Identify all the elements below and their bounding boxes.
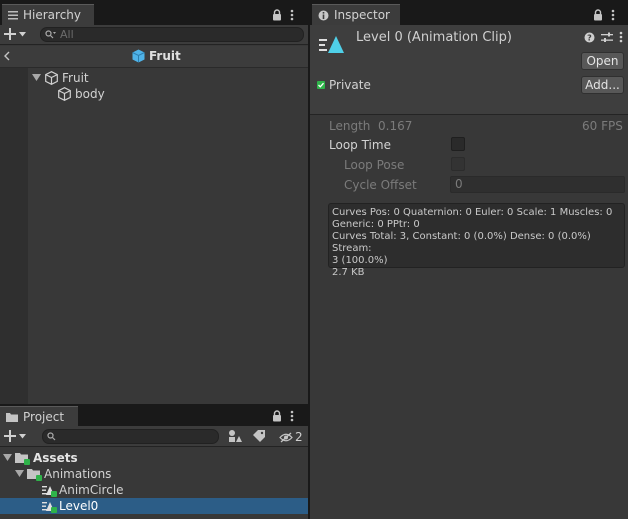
tree-row-label: Fruit bbox=[62, 71, 89, 85]
inspector-header: Level 0 (Animation Clip) ? Open Private … bbox=[310, 25, 628, 115]
tree-row-label: Level0 bbox=[59, 499, 99, 513]
hierarchy-tab-icons bbox=[272, 8, 294, 22]
gameobject-cube-icon bbox=[58, 87, 71, 101]
private-label: Private bbox=[329, 78, 371, 92]
loop-pose-checkbox[interactable] bbox=[451, 157, 465, 171]
list-icon bbox=[8, 10, 18, 20]
label-tag-icon[interactable] bbox=[253, 430, 266, 442]
tree-row[interactable]: Animations bbox=[0, 466, 308, 482]
info-line: 2.7 KB bbox=[332, 267, 365, 278]
gameobject-cube-icon bbox=[45, 71, 58, 85]
animation-clip-icon bbox=[42, 500, 58, 513]
tab-hierarchy[interactable]: Hierarchy bbox=[2, 4, 94, 25]
preset-sliders-icon[interactable] bbox=[601, 32, 613, 43]
kebab-menu-icon[interactable] bbox=[611, 9, 615, 21]
tree-row[interactable]: body bbox=[58, 86, 105, 102]
hierarchy-toolbar: All bbox=[0, 25, 308, 45]
fps-value: 60 FPS bbox=[582, 119, 623, 133]
breadcrumb-label: Fruit bbox=[149, 49, 181, 63]
kebab-menu-icon[interactable] bbox=[619, 31, 623, 43]
loop-time-checkbox[interactable] bbox=[451, 137, 465, 151]
private-toggle[interactable]: Private bbox=[317, 78, 371, 92]
tree-row[interactable]: Assets bbox=[0, 450, 308, 466]
hierarchy-gutter bbox=[0, 68, 28, 405]
info-icon bbox=[318, 10, 329, 21]
kebab-menu-icon[interactable] bbox=[290, 410, 294, 422]
tree-row-label: body bbox=[75, 87, 105, 101]
tab-hierarchy-label: Hierarchy bbox=[23, 8, 82, 22]
asset-title: Level 0 (Animation Clip) bbox=[356, 30, 512, 45]
tab-project-label: Project bbox=[23, 409, 65, 424]
expand-triangle-icon[interactable] bbox=[32, 74, 41, 82]
open-button[interactable]: Open bbox=[581, 52, 624, 70]
info-line: Curves Pos: 0 Quaternion: 0 Euler: 0 Sca… bbox=[332, 207, 613, 218]
tree-row[interactable]: AnimCircle bbox=[0, 482, 308, 498]
info-line: 3 (100.0%) bbox=[332, 255, 388, 266]
project-search-input[interactable] bbox=[42, 429, 219, 444]
length-label: Length bbox=[329, 119, 371, 133]
expand-triangle-icon[interactable] bbox=[3, 454, 12, 462]
cycle-offset-field[interactable]: 0 bbox=[450, 176, 625, 193]
project-tab-icons bbox=[272, 409, 294, 423]
plus-icon bbox=[4, 28, 16, 40]
project-toolbar: 2 bbox=[0, 426, 308, 447]
breadcrumb-item[interactable]: Fruit bbox=[132, 49, 181, 63]
search-placeholder: All bbox=[60, 28, 74, 41]
tab-inspector-label: Inspector bbox=[334, 8, 390, 22]
tree-row-label: Assets bbox=[33, 451, 78, 465]
lock-icon[interactable] bbox=[272, 410, 282, 422]
hierarchy-search-input[interactable]: All bbox=[40, 27, 304, 42]
folder-open-icon bbox=[27, 468, 43, 481]
prefab-cube-icon bbox=[132, 49, 145, 63]
info-line: Curves Total: 3, Constant: 0 (0.0%) Dens… bbox=[332, 231, 591, 254]
animation-clip-icon bbox=[318, 33, 346, 55]
hidden-packages-toggle[interactable]: 2 bbox=[279, 430, 303, 444]
cycle-offset-label: Cycle Offset bbox=[344, 178, 417, 192]
folder-icon bbox=[6, 412, 18, 422]
breadcrumb: Fruit bbox=[0, 46, 308, 68]
search-icon bbox=[45, 30, 56, 39]
add-button[interactable]: Add... bbox=[581, 76, 624, 94]
svg-text:?: ? bbox=[587, 33, 592, 42]
chevron-down-icon bbox=[19, 433, 26, 439]
tab-project[interactable]: Project bbox=[0, 406, 78, 426]
folder-open-icon bbox=[15, 452, 31, 465]
lock-icon[interactable] bbox=[272, 9, 282, 21]
back-arrow-icon[interactable] bbox=[4, 51, 10, 61]
tab-inspector[interactable]: Inspector bbox=[312, 4, 400, 25]
search-by-type-icon[interactable] bbox=[228, 429, 242, 443]
length-value: 0.167 bbox=[378, 119, 413, 133]
expand-triangle-icon[interactable] bbox=[15, 470, 24, 478]
search-icon bbox=[47, 432, 56, 441]
chevron-down-icon bbox=[19, 31, 26, 37]
info-line: Generic: 0 PPtr: 0 bbox=[332, 219, 420, 230]
help-icon[interactable]: ? bbox=[584, 32, 595, 43]
inspector-panel: Inspector Level 0 (Animation Clip) ? Ope… bbox=[310, 0, 628, 519]
checkbox-checked-icon[interactable] bbox=[317, 81, 325, 89]
header-icons: ? bbox=[584, 31, 623, 43]
create-dropdown[interactable] bbox=[4, 430, 26, 442]
project-panel: Project 2 Assets Animations AnimCircle L… bbox=[0, 406, 308, 519]
inspector-tab-icons bbox=[593, 8, 615, 22]
tree-row[interactable]: Fruit bbox=[32, 70, 89, 86]
loop-pose-label: Loop Pose bbox=[344, 158, 405, 172]
kebab-menu-icon[interactable] bbox=[290, 9, 294, 21]
eye-slash-icon bbox=[279, 432, 293, 443]
tree-row-label: AnimCircle bbox=[59, 483, 124, 497]
loop-time-label: Loop Time bbox=[329, 138, 391, 152]
hidden-count: 2 bbox=[295, 430, 303, 444]
tree-row-selected[interactable]: Level0 bbox=[0, 498, 308, 514]
hierarchy-panel: Hierarchy All Fruit Fruit body bbox=[0, 0, 308, 405]
clip-info-box: Curves Pos: 0 Quaternion: 0 Euler: 0 Sca… bbox=[328, 203, 625, 278]
plus-icon bbox=[4, 430, 16, 442]
tree-row-label: Animations bbox=[44, 467, 112, 481]
animation-clip-icon bbox=[42, 484, 58, 497]
lock-icon[interactable] bbox=[593, 9, 603, 21]
create-dropdown[interactable] bbox=[4, 28, 26, 40]
